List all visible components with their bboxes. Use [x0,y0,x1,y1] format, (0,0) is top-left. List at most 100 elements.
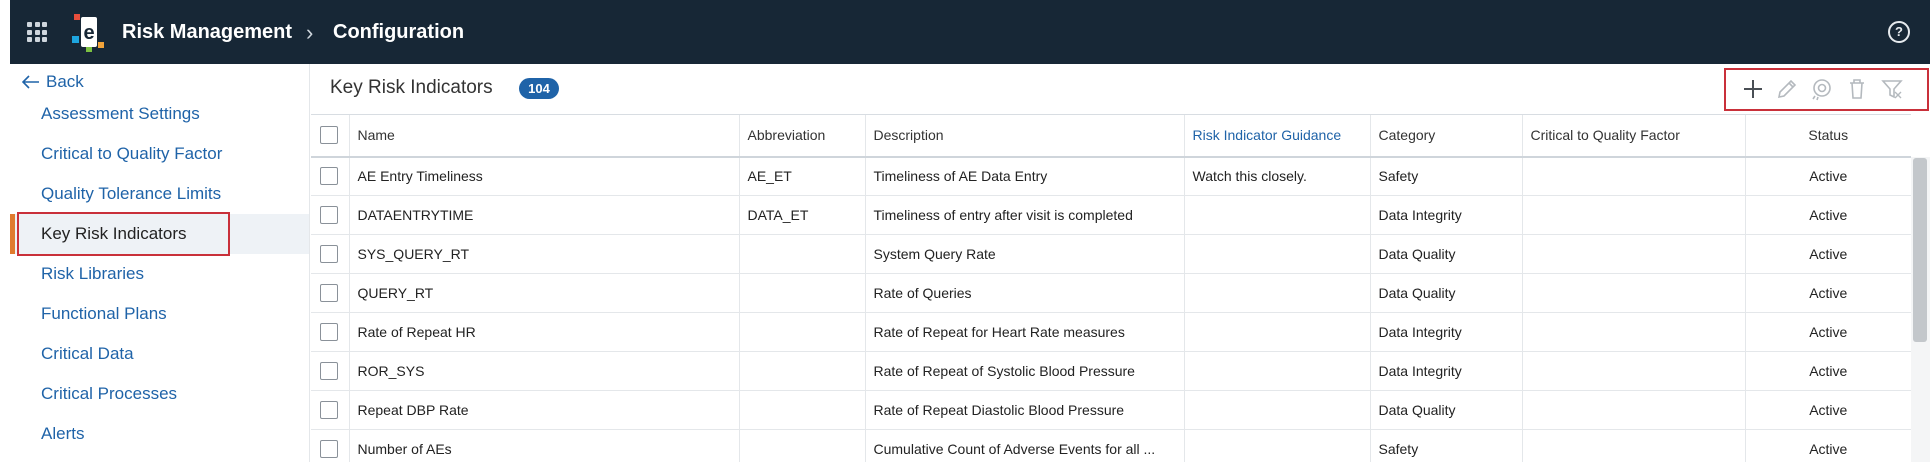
help-icon[interactable]: ? [1888,21,1910,43]
cell-risk-indicator-guidance [1183,312,1370,352]
sidebar-item-alerts[interactable]: Alerts [41,424,84,444]
row-checkbox-cell [311,234,349,274]
row-checkbox-cell [311,195,349,235]
kri-table-container: Name Abbreviation Description Risk Indic… [311,114,1930,462]
app-launcher-icon[interactable] [27,22,47,42]
row-checkbox-cell [311,156,349,196]
select-all-checkbox-cell [311,114,349,158]
page-title: Key Risk Indicators [330,77,493,98]
cell-name: Number of AEs [348,429,739,462]
brand-logo-icon: e [72,14,104,52]
cell-critical-to-quality-factor [1521,234,1745,274]
table-row[interactable]: Number of AEs Cumulative Count of Adverse… [311,429,1911,462]
cell-status: Active [1744,156,1911,196]
row-checkbox[interactable] [320,401,338,420]
sidebar-item-functional-plans[interactable]: Functional Plans [41,304,167,324]
cell-name: SYS_QUERY_RT [348,234,739,274]
filter-icon [1881,80,1903,99]
row-checkbox[interactable] [320,440,338,459]
app-title[interactable]: Risk Management [122,21,292,44]
row-checkbox-cell [311,273,349,313]
column-header-abbreviation[interactable]: Abbreviation [738,114,865,158]
cell-critical-to-quality-factor [1521,429,1745,462]
back-link[interactable]: Back [22,72,84,92]
row-checkbox-cell [311,312,349,352]
cell-status: Active [1744,234,1911,274]
cell-risk-indicator-guidance: Watch this closely. [1183,156,1370,196]
cell-status: Active [1744,273,1911,313]
cell-abbreviation [738,312,865,352]
cell-status: Active [1744,351,1911,391]
column-header-status[interactable]: Status [1744,114,1911,158]
copy-icon [1812,79,1831,101]
column-header-risk-indicator-guidance[interactable]: Risk Indicator Guidance [1183,114,1370,158]
cell-abbreviation: AE_ET [738,156,865,196]
left-edge [0,0,10,462]
cell-risk-indicator-guidance [1183,273,1370,313]
column-header-category[interactable]: Category [1369,114,1522,158]
breadcrumb-chevron-icon: › [306,20,314,45]
sidebar-item-critical-processes[interactable]: Critical Processes [41,384,177,404]
cell-category: Safety [1369,156,1522,196]
table-row[interactable]: Repeat DBP Rate Rate of Repeat Diastolic … [311,390,1911,430]
edit-button[interactable] [1774,76,1800,102]
select-all-checkbox[interactable] [320,126,338,145]
arrow-left-icon [22,75,39,89]
cell-abbreviation [738,429,865,462]
cell-risk-indicator-guidance [1183,195,1370,235]
cell-name: Rate of Repeat HR [348,312,739,352]
table-row[interactable]: SYS_QUERY_RT System Query Rate Data Qualit… [311,234,1911,274]
column-header-name[interactable]: Name [348,114,739,158]
row-checkbox[interactable] [320,206,338,225]
add-button[interactable] [1740,76,1766,102]
column-header-critical-to-quality-factor[interactable]: Critical to Quality Factor [1521,114,1745,158]
cell-name: AE Entry Timeliness [348,156,739,196]
cell-risk-indicator-guidance [1183,351,1370,391]
cell-description: Timeliness of AE Data Entry [864,156,1184,196]
top-bar: e Risk Management › Configuration ? [10,0,1930,64]
row-checkbox[interactable] [320,245,338,264]
row-checkbox[interactable] [320,362,338,381]
table-row[interactable]: QUERY_RT Rate of Queries Data Quality Activ… [311,273,1911,313]
cell-critical-to-quality-factor [1521,351,1745,391]
cell-category: Data Integrity [1369,351,1522,391]
cell-risk-indicator-guidance [1183,234,1370,274]
cell-status: Active [1744,195,1911,235]
sidebar-item-key-risk-indicators[interactable]: Key Risk Indicators [41,224,187,244]
cell-description: Rate of Repeat Diastolic Blood Pressure [864,390,1184,430]
cell-category: Safety [1369,429,1522,462]
cell-critical-to-quality-factor [1521,195,1745,235]
sidebar-active-indicator [10,214,15,254]
row-checkbox-cell [311,390,349,430]
table-header-row: Name Abbreviation Description Risk Indic… [311,114,1911,158]
cell-abbreviation [738,273,865,313]
cell-category: Data Quality [1369,390,1522,430]
table-row[interactable]: DATAENTRYTIME DATA_ET Timeliness of entry … [311,195,1911,235]
table-row[interactable]: ROR_SYS Rate of Repeat of Systolic Blood … [311,351,1911,391]
filter-button[interactable] [1879,76,1905,102]
row-checkbox[interactable] [320,323,338,342]
row-checkbox[interactable] [320,284,338,303]
cell-description: Rate of Repeat of Systolic Blood Pressur… [864,351,1184,391]
cell-description: Timeliness of entry after visit is compl… [864,195,1184,235]
copy-button[interactable] [1809,76,1835,102]
sidebar-item-assessment-settings[interactable]: Assessment Settings [41,104,200,124]
table-scrollbar-thumb[interactable] [1913,158,1927,342]
cell-name: Repeat DBP Rate [348,390,739,430]
cell-category: Data Integrity [1369,312,1522,352]
delete-icon [1850,79,1864,99]
column-header-description[interactable]: Description [864,114,1184,158]
back-label: Back [46,72,84,91]
row-checkbox[interactable] [320,167,338,186]
breadcrumb-current: Configuration [333,21,465,43]
table-row[interactable]: AE Entry Timeliness AE_ET Timeliness of AE… [311,156,1911,196]
cell-category: Data Integrity [1369,195,1522,235]
sidebar-item-critical-data[interactable]: Critical Data [41,344,134,364]
table-row[interactable]: Rate of Repeat HR Rate of Repeat for Hear… [311,312,1911,352]
sidebar-item-quality-tolerance-limits[interactable]: Quality Tolerance Limits [41,184,221,204]
cell-abbreviation: DATA_ET [738,195,865,235]
delete-button[interactable] [1844,76,1870,102]
sidebar-item-critical-to-quality-factor[interactable]: Critical to Quality Factor [41,144,222,164]
cell-abbreviation [738,234,865,274]
sidebar-item-risk-libraries[interactable]: Risk Libraries [41,264,144,284]
